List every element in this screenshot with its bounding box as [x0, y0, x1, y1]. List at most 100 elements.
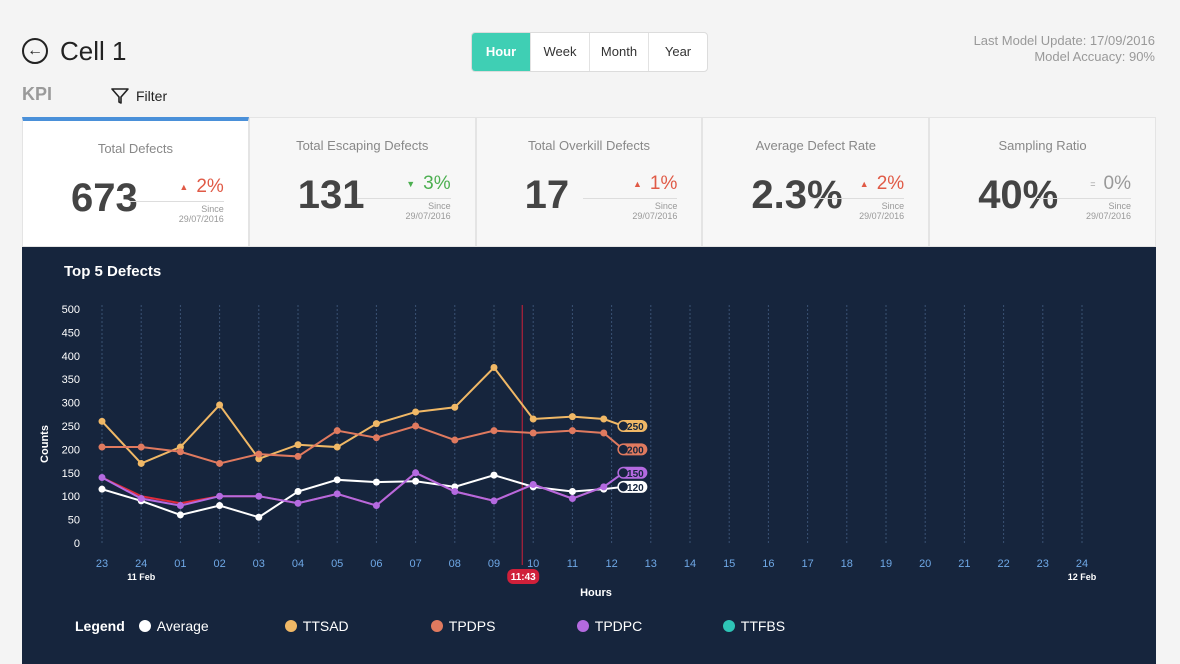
legend-title: Legend [75, 618, 125, 634]
model-accuracy: Model Accuacy: 90% [1034, 49, 1155, 64]
kpi-card-change: ▼ 3% [381, 173, 450, 195]
x-tick-label: 09 [488, 558, 500, 570]
x-tick-label: 17 [801, 558, 813, 570]
now-marker-label: 11:43 [511, 572, 536, 583]
legend-label: TPDPC [594, 618, 643, 634]
data-point-average [568, 488, 576, 496]
arrow-left-circle-icon[interactable]: ← [22, 38, 48, 64]
kpi-card-change: = 0% [1061, 173, 1131, 195]
y-tick-label: 0 [74, 538, 80, 550]
data-point-average [372, 478, 380, 486]
kpi-card-total-defects[interactable]: Total Defects 673 ▲ 2% Since 29/07/2016 [22, 117, 249, 247]
x-tick-label: 10 [527, 558, 539, 570]
kpi-card-change: ▲ 1% [607, 173, 677, 195]
kpi-card-sampling-ratio[interactable]: Sampling Ratio 40% = 0% Since 29/07/2016 [929, 117, 1156, 247]
legend-label: TTFBS [740, 618, 786, 634]
since-label: Since [881, 201, 905, 211]
data-point-tpdps [137, 443, 145, 451]
data-point-tpdps [529, 429, 537, 437]
legend-swatch [284, 620, 297, 632]
x-tick-label: 23 [96, 558, 108, 570]
data-point-ttsad [98, 417, 106, 425]
data-point-tpdpc [600, 483, 608, 491]
kpi-card-since: Since 29/07/2016 [810, 198, 905, 221]
data-point-average [176, 511, 184, 519]
x-tick-label: 14 [684, 558, 696, 570]
filter-button[interactable]: Filter [110, 86, 167, 106]
data-point-tpdpc [412, 469, 420, 477]
tab-year[interactable]: Year [649, 33, 707, 71]
legend-swatch [430, 620, 443, 632]
kpi-card-since: Since 29/07/2016 [583, 198, 678, 221]
x-tick-label: 07 [409, 558, 421, 570]
y-tick-label: 400 [62, 351, 80, 363]
since-date: 29/07/2016 [859, 211, 905, 221]
data-point-average [216, 502, 224, 510]
data-point-ttsad [137, 459, 145, 467]
data-point-tpdps [294, 452, 302, 460]
x-tick-label: 01 [174, 558, 186, 570]
model-info: Last Model Update: 17/09/2016 Model Accu… [974, 33, 1155, 65]
data-point-tpdpc [98, 473, 106, 481]
legend-swatch [576, 620, 589, 632]
kpi-card-change: ▲ 2% [834, 173, 904, 195]
y-tick-label: 50 [68, 515, 80, 527]
tab-hour[interactable]: Hour [472, 33, 531, 71]
x-tick-label: 22 [997, 558, 1009, 570]
end-value-label: 200 [627, 445, 644, 456]
data-point-ttsad [568, 413, 576, 421]
legend-item-tpdpc[interactable]: TPDPC [576, 618, 723, 634]
tab-week[interactable]: Week [531, 33, 590, 71]
kpi-card-escaping-defects[interactable]: Total Escaping Defects 131 ▼ 3% Since 29/0… [248, 117, 476, 247]
data-point-tpdpc [451, 488, 459, 496]
kpi-card-value: 17 [524, 173, 570, 217]
x-tick-label: 12 [605, 558, 617, 570]
data-point-ttsad [412, 408, 420, 416]
data-point-ttsad [294, 441, 302, 449]
arrow-up-icon: ▲ [859, 178, 869, 189]
y-tick-label: 200 [62, 444, 80, 456]
x-tick-label: 16 [762, 558, 774, 570]
arrow-up-icon: ▲ [633, 178, 642, 189]
tab-month[interactable]: Month [590, 33, 649, 71]
arrow-up-icon: ▲ [179, 181, 189, 192]
kpi-card-since: Since 29/07/2016 [356, 198, 451, 221]
legend-item-average[interactable]: Average [138, 618, 285, 634]
chart-panel: Top 5 Defects 0 50 100 150 200 250 300 350 400 45… [22, 247, 1156, 664]
equal-icon: = [1090, 178, 1096, 189]
data-point-tpdpc [176, 502, 184, 510]
kpi-card-average-defect-rate[interactable]: Average Defect Rate 2.3% ▲ 2% Since 29/07/… [702, 117, 930, 247]
data-point-ttsad [216, 401, 224, 409]
since-label: Since [1108, 201, 1131, 211]
since-label: Since [654, 201, 678, 211]
x-tick-label: 20 [919, 558, 931, 570]
y-tick-label: 300 [62, 398, 80, 410]
x-tick-label: 11 [567, 558, 578, 570]
data-point-average [255, 513, 263, 521]
end-value-label: 150 [627, 469, 644, 480]
filter-label: Filter [136, 88, 168, 104]
kpi-card-since: Since 29/07/2016 [1036, 198, 1131, 221]
data-point-tpdps [600, 429, 608, 437]
legend-item-ttfbs[interactable]: TTFBS [722, 618, 869, 634]
kpi-card-overkill-defects[interactable]: Total Overkill Defects 17 ▲ 1% Since 29/07… [475, 117, 703, 247]
date-label: 11 Feb [127, 572, 156, 582]
x-tick-label: 15 [723, 558, 735, 570]
data-point-ttsad [600, 415, 608, 423]
data-point-tpdpc [568, 495, 576, 503]
x-tick-label: 08 [449, 558, 461, 570]
kpi-card-title: Total Escaping Defects [296, 138, 429, 153]
legend-item-tpdps[interactable]: TPDPS [430, 618, 577, 634]
date-label: 12 Feb [1068, 572, 1097, 582]
x-tick-label: 04 [292, 558, 304, 570]
data-point-tpdpc [372, 502, 380, 510]
line-chart[interactable]: 05010015020025030035040045050023 24 01 02 03… [22, 247, 1156, 607]
x-tick-label: 18 [841, 558, 853, 570]
legend-swatch [138, 620, 151, 632]
legend-label: TPDPS [448, 618, 496, 634]
data-point-tpdps [216, 459, 224, 467]
since-label: Since [201, 204, 224, 214]
legend-item-ttsad[interactable]: TTSAD [284, 618, 431, 634]
data-point-tpdpc [529, 481, 537, 488]
y-tick-label: 250 [62, 421, 80, 433]
